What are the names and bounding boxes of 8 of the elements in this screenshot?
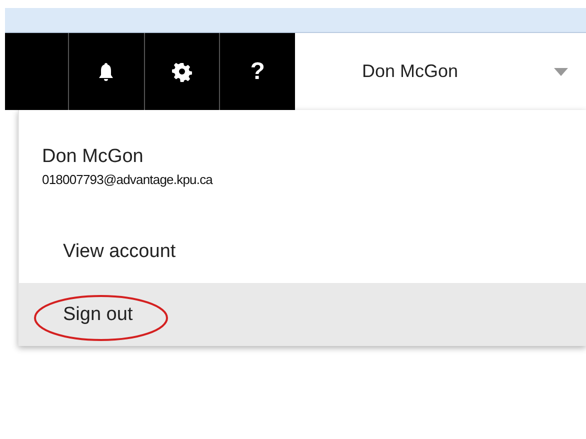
caret-icon[interactable] [554,68,568,76]
settings-icon[interactable] [172,62,192,82]
bell-icon[interactable] [98,62,114,82]
menu-item[interactable]: Sign out [19,283,586,346]
menu-item[interactable]: View account [19,220,586,283]
account-name: Don McGon [42,146,144,168]
account-email: 018007793@advantage.kpu.ca [42,172,214,187]
user-name[interactable]: Don McGon [362,61,458,82]
